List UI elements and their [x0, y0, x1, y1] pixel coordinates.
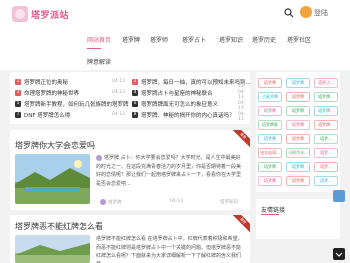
nav-item-home[interactable]: 网站首页: [87, 35, 111, 44]
logo-mark-icon: [12, 6, 28, 22]
list-item-date: 04-13: [112, 101, 126, 106]
sidebar: 塔罗牌 塔罗牌 塔罗占... 占星术牌 塔罗牌 塔罗牌... 塔罗牌 塔罗牌 塔…: [256, 72, 340, 263]
tag[interactable]: 塔罗...: [314, 162, 338, 172]
list-item[interactable]: 4 塔罗牌占卜与星座的神秘联合: [132, 89, 213, 97]
friend-links-underline: [261, 214, 279, 215]
site-header: 塔罗派站 登陆 网站首页 塔罗牌 塔罗师 塔罗占卜 塔罗知识 塔罗历史 塔罗社区…: [0, 0, 350, 70]
list-item[interactable]: 3 命理塔罗牌的神秘世界: [15, 89, 79, 97]
article-card[interactable]: 塔罗牌你大学会恋爱吗 塔罗牌 占卜：你大学要会恋爱吗？大学时光，是人生中最美好的…: [10, 130, 250, 210]
article-thumbnail[interactable]: [15, 235, 90, 263]
list-item[interactable]: 6 塔罗牌牌面无可怎么的象征意义: [132, 100, 218, 108]
article-title[interactable]: 塔罗牌恶不能红牌怎么看: [15, 221, 103, 232]
nav-item-community[interactable]: 塔罗社区: [287, 35, 311, 44]
back-to-top-icon[interactable]: [333, 248, 345, 260]
article-excerpt: 塔罗牌 占卜：你大学要会恋爱吗？大学时光，是人生中最美好的时光之一。在这段充满青…: [96, 154, 242, 187]
tag[interactable]: 塔罗牌: [286, 120, 310, 130]
tag[interactable]: 小阿尔卡...: [286, 148, 310, 158]
article-thumbnail[interactable]: [15, 154, 90, 204]
main-nav: 网站首页 塔罗牌 塔罗师 塔罗占卜 塔罗知识 塔罗历史 塔罗社区 牌意解读: [0, 35, 350, 66]
hot-article-list: 1 塔罗牌正位的奥秘 04-13 3 命理塔罗牌的神秘世界 04-13 5 塔罗牌新手…: [10, 72, 251, 124]
tag-cloud: 塔罗牌 塔罗牌 塔罗占... 占星术牌 塔罗牌 塔罗牌... 塔罗牌 塔罗牌 塔…: [256, 72, 340, 192]
author-avatar-icon: [96, 154, 102, 161]
tag[interactable]: 塔罗牌...: [314, 120, 338, 130]
article-category[interactable]: 塔罗知识: [220, 199, 238, 205]
tag[interactable]: 塔罗牌: [286, 162, 310, 172]
article-date: 04-13: [170, 199, 184, 204]
login-link[interactable]: 登陆: [314, 8, 328, 18]
list-item[interactable]: 8 塔罗牌、神秘的揭开你的内心真话吗？: [132, 111, 235, 119]
nav-active-indicator: [87, 48, 101, 49]
list-item[interactable]: 1 塔罗牌正位的奥秘: [15, 78, 68, 86]
article-card[interactable]: 塔罗牌恶不能红牌怎么看 塔罗牌不能红牌怎么看 在塔罗牌占卜中，红牌代表着积极和希…: [10, 215, 250, 263]
nav-item-reader[interactable]: 塔罗师: [150, 35, 168, 44]
tag[interactable]: 塔罗牌: [286, 106, 310, 116]
nav-item-divination[interactable]: 塔罗占卜: [182, 35, 206, 44]
user-avatar-icon[interactable]: [300, 6, 312, 18]
tag[interactable]: 占星术牌: [258, 92, 282, 102]
friend-links-title: 友情链接: [261, 207, 286, 214]
featured-ribbon: 推荐: [230, 215, 250, 235]
list-item-date: 04-13: [112, 112, 126, 117]
tag[interactable]: 塔罗牌: [258, 176, 282, 186]
nav-item-tarot[interactable]: 塔罗牌: [122, 35, 140, 44]
site-logo[interactable]: 塔罗派站: [12, 6, 69, 22]
tag[interactable]: 塔罗牌: [258, 106, 282, 116]
author-avatar-icon: [100, 199, 106, 205]
tag[interactable]: 塔罗牌: [286, 78, 310, 88]
list-item-date: 04-13: [238, 79, 246, 89]
tag[interactable]: 塔罗...: [314, 176, 338, 186]
logo-text: 塔罗派站: [31, 10, 70, 21]
featured-ribbon: 推荐: [230, 130, 250, 150]
tag[interactable]: 塔罗...: [314, 134, 338, 144]
tag[interactable]: 塔罗牌: [286, 92, 310, 102]
list-item[interactable]: 2 塔罗牌，每日一抽，真的可以预知未来吗到...: [132, 78, 251, 86]
search-icon[interactable]: [284, 8, 294, 18]
tag[interactable]: 塔罗...: [314, 148, 338, 158]
list-item-date: 04-13: [238, 112, 246, 122]
tag[interactable]: 塔罗占...: [314, 78, 338, 88]
article-title[interactable]: 塔罗牌你大学会恋爱吗: [15, 140, 95, 151]
list-item-date: 04-13: [238, 90, 246, 100]
tag[interactable]: 张太仙塔...: [258, 148, 282, 158]
tag[interactable]: 塔罗牌: [258, 78, 282, 88]
list-item-date: 04-13: [112, 79, 126, 84]
list-item-date: 04-13: [238, 101, 246, 111]
list-item-date: 04-13: [112, 90, 126, 95]
tag[interactable]: 塔罗牌: [258, 162, 282, 172]
friend-links-panel: 友情链接: [256, 199, 340, 239]
nav-item-meaning[interactable]: 牌意解读: [87, 57, 111, 66]
article-excerpt: 塔罗牌不能红牌怎么看 在塔罗牌占卜中，红牌代表着积极和希望，而恶不能红牌则是塔罗…: [96, 236, 243, 263]
tag[interactable]: 塔罗牌...: [314, 92, 338, 102]
list-item[interactable]: 7 DNF 塔罗牌怎么得: [15, 111, 70, 119]
nav-item-history[interactable]: 塔罗历史: [252, 35, 276, 44]
main-content: 1 塔罗牌正位的奥秘 04-13 3 命理塔罗牌的神秘世界 04-13 5 塔罗牌新手…: [10, 72, 251, 263]
tag[interactable]: 塔罗牌...: [314, 106, 338, 116]
tag[interactable]: 塔罗牌: [258, 134, 282, 144]
article-author: 塔罗牌: [100, 199, 122, 206]
tag[interactable]: 塔罗牌: [286, 134, 310, 144]
nav-item-knowledge[interactable]: 塔罗知识: [219, 35, 243, 44]
tag[interactable]: 塔罗牌: [286, 176, 310, 186]
tag[interactable]: 塔罗牌意: [258, 120, 282, 130]
settings-float-button[interactable]: [333, 190, 345, 202]
